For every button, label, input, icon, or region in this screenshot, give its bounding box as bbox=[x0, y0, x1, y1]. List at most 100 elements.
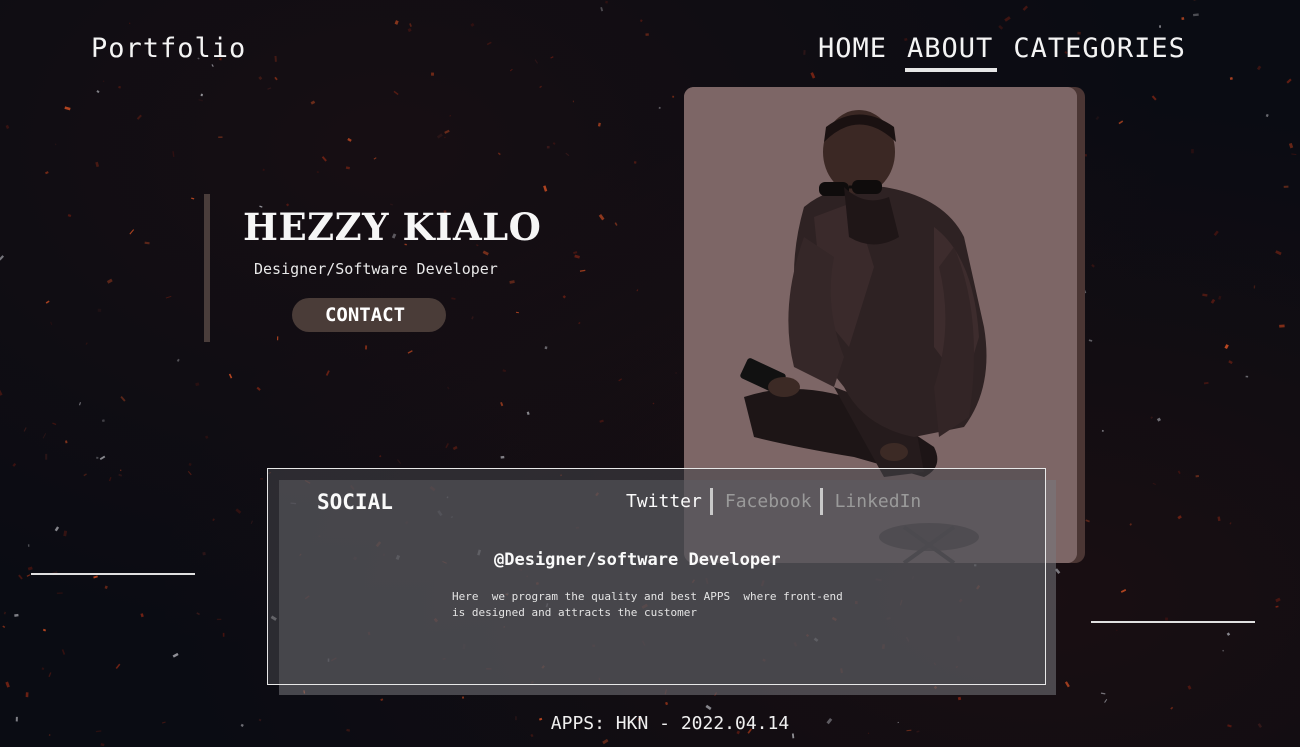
social-description: Here we program the quality and best APP… bbox=[452, 590, 843, 619]
ember-speck bbox=[18, 574, 23, 580]
ember-speck bbox=[598, 213, 605, 221]
tab-divider bbox=[819, 488, 823, 515]
ember-speck bbox=[633, 161, 637, 164]
ember-speck bbox=[1275, 250, 1282, 256]
ember-speck bbox=[1088, 339, 1093, 342]
ember-speck bbox=[1229, 522, 1232, 525]
ember-speck bbox=[605, 0, 608, 4]
ember-speck bbox=[544, 346, 548, 350]
ember-speck bbox=[565, 152, 570, 157]
ember-speck bbox=[191, 197, 195, 200]
ember-speck bbox=[803, 50, 806, 55]
ember-speck bbox=[1181, 17, 1185, 20]
ember-speck bbox=[56, 592, 63, 595]
ember-speck bbox=[165, 295, 172, 299]
ember-speck bbox=[27, 566, 33, 571]
ember-speck bbox=[1283, 185, 1289, 188]
ember-speck bbox=[1245, 375, 1249, 378]
ember-speck bbox=[1288, 142, 1294, 149]
ember-speck bbox=[957, 696, 962, 701]
ember-speck bbox=[562, 295, 566, 299]
ember-speck bbox=[26, 574, 31, 577]
ember-speck bbox=[99, 455, 106, 461]
ember-speck bbox=[118, 473, 123, 477]
ember-speck bbox=[2, 625, 6, 628]
ember-speck bbox=[1228, 360, 1233, 365]
ember-speck bbox=[42, 433, 47, 439]
ember-speck bbox=[1129, 523, 1132, 526]
ember-speck bbox=[1213, 230, 1219, 237]
ember-speck bbox=[407, 27, 412, 33]
ember-speck bbox=[54, 143, 57, 146]
ember-speck bbox=[1120, 588, 1127, 593]
ember-speck bbox=[45, 300, 50, 304]
ember-speck bbox=[83, 473, 87, 477]
ember-speck bbox=[645, 33, 649, 36]
ember-speck bbox=[552, 142, 556, 145]
ember-speck bbox=[1192, 13, 1199, 17]
ember-speck bbox=[5, 124, 10, 129]
ember-speck bbox=[672, 95, 675, 98]
ember-speck bbox=[321, 156, 327, 162]
footer-text: APPS: HKN - 2022.04.14 bbox=[550, 713, 790, 734]
ember-speck bbox=[530, 733, 534, 738]
ember-speck bbox=[1279, 324, 1285, 328]
ember-speck bbox=[101, 419, 105, 423]
nav-categories[interactable]: CATEGORIES bbox=[1013, 33, 1186, 70]
ember-speck bbox=[48, 734, 51, 736]
ember-speck bbox=[54, 526, 60, 532]
ember-speck bbox=[95, 161, 100, 168]
ember-speck bbox=[509, 280, 515, 284]
ember-speck bbox=[63, 530, 68, 537]
nav-home[interactable]: HOME bbox=[818, 33, 887, 70]
ember-speck bbox=[50, 321, 53, 326]
ember-speck bbox=[444, 136, 446, 139]
tab-linkedin[interactable]: LinkedIn bbox=[835, 491, 922, 512]
ember-speck bbox=[97, 308, 102, 312]
ember-speck bbox=[211, 64, 214, 68]
ember-speck bbox=[102, 80, 105, 83]
ember-speck bbox=[140, 613, 144, 618]
nav-about[interactable]: ABOUT bbox=[905, 33, 998, 72]
social-heading: @Designer/software Developer bbox=[494, 550, 781, 570]
ember-speck bbox=[23, 427, 27, 432]
ember-speck bbox=[106, 278, 113, 284]
ember-speck bbox=[539, 85, 543, 89]
ember-speck bbox=[216, 618, 222, 621]
ember-speck bbox=[260, 478, 263, 480]
ember-speck bbox=[1091, 263, 1095, 268]
ember-speck bbox=[45, 453, 48, 460]
tab-facebook[interactable]: Facebook bbox=[725, 491, 812, 512]
ember-speck bbox=[526, 411, 530, 416]
ember-speck bbox=[380, 698, 384, 702]
ember-speck bbox=[1222, 649, 1225, 652]
ember-speck bbox=[1187, 685, 1192, 690]
ember-speck bbox=[274, 76, 278, 81]
ember-speck bbox=[639, 19, 643, 23]
ember-speck bbox=[274, 55, 277, 62]
ember-speck bbox=[1191, 149, 1194, 154]
ember-speck bbox=[1156, 417, 1161, 422]
tab-twitter[interactable]: Twitter bbox=[626, 491, 702, 512]
ember-speck bbox=[1256, 65, 1262, 71]
ember-speck bbox=[104, 585, 108, 590]
ember-speck bbox=[1177, 515, 1182, 520]
ember-speck bbox=[1159, 25, 1161, 28]
ember-speck bbox=[347, 137, 352, 142]
ember-speck bbox=[1095, 116, 1100, 121]
ember-speck bbox=[115, 663, 121, 669]
ember-speck bbox=[1195, 475, 1199, 478]
ember-speck bbox=[998, 25, 1004, 30]
ember-speck bbox=[96, 90, 100, 94]
social-title: SOCIAL bbox=[317, 490, 393, 514]
ember-speck bbox=[1004, 16, 1011, 22]
contact-button[interactable]: CONTACT bbox=[292, 298, 446, 332]
ember-speck bbox=[14, 613, 19, 617]
ember-speck bbox=[618, 378, 623, 382]
decorative-line-left bbox=[31, 573, 195, 575]
site-logo[interactable]: Portfolio bbox=[91, 33, 246, 64]
ember-speck bbox=[407, 350, 413, 354]
ember-speck bbox=[486, 41, 492, 46]
ember-speck bbox=[393, 90, 399, 96]
ember-speck bbox=[396, 459, 402, 464]
